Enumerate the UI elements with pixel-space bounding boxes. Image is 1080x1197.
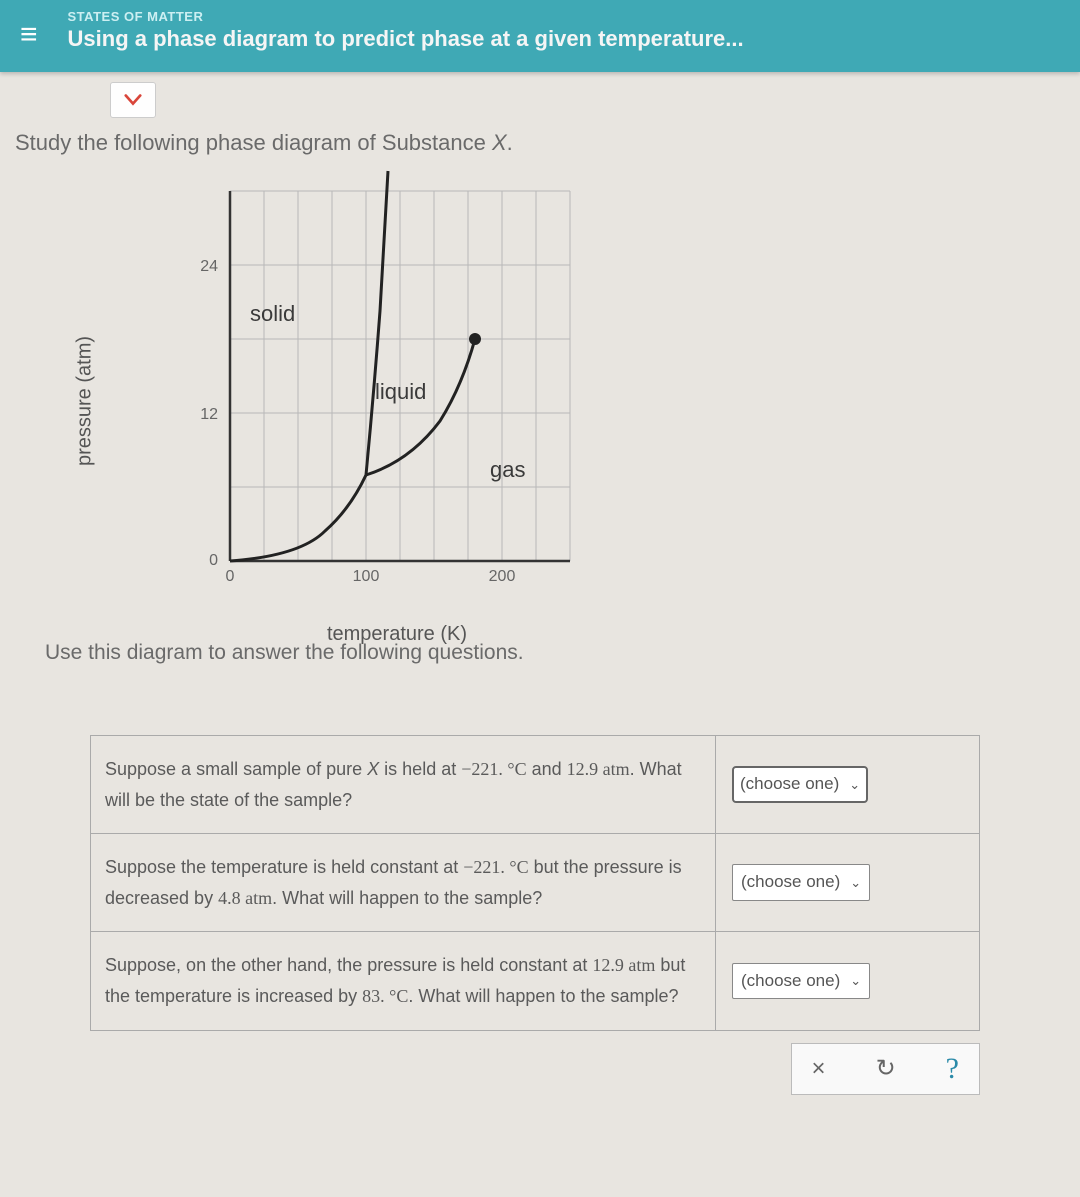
page-title: Using a phase diagram to predict phase a… [68, 26, 744, 52]
q2-val1: −221. °C [463, 857, 528, 877]
instr1a: Study the following phase diagram of Sub… [15, 130, 492, 155]
a3-label: (choose one) [741, 967, 840, 996]
header-text: STATES OF MATTER Using a phase diagram t… [68, 9, 744, 52]
table-row: Suppose a small sample of pure X is held… [91, 736, 980, 834]
fusion-curve [366, 171, 388, 475]
hint-dropdown-button[interactable] [110, 82, 156, 118]
instr1b: X [492, 130, 507, 155]
content-area: Study the following phase diagram of Sub… [0, 82, 1080, 1095]
xtick-100: 100 [353, 568, 380, 585]
q1-val2: 12.9 atm [567, 759, 630, 779]
reset-button[interactable]: ↻ [866, 1052, 906, 1085]
action-box: × ↻ ? [791, 1043, 980, 1095]
chart-svg: 24 12 0 0 100 200 [150, 161, 590, 601]
q1-var: X [367, 759, 379, 779]
chevron-down-icon: ⌄ [849, 774, 860, 796]
answer-2-cell: (choose one) ⌄ [716, 834, 980, 932]
q3-val1: 12.9 atm [592, 955, 655, 975]
a2-label: (choose one) [741, 868, 840, 897]
ytick-12: 12 [200, 406, 218, 423]
chevron-down-icon: ⌄ [850, 872, 861, 894]
xtick-200: 200 [489, 568, 516, 585]
q3-pre: Suppose, on the other hand, the pressure… [105, 955, 592, 975]
q3-val2: 83. °C [362, 986, 408, 1006]
answer-1-cell: (choose one) ⌄ [716, 736, 980, 834]
question-table: Suppose a small sample of pure X is held… [90, 735, 980, 1031]
ytick-24: 24 [200, 258, 218, 275]
instr1c: . [507, 130, 513, 155]
q1-val1: −221. °C [461, 759, 526, 779]
category-label: STATES OF MATTER [68, 9, 744, 24]
q1-pre: Suppose a small sample of pure [105, 759, 367, 779]
chevron-down-icon [124, 93, 142, 107]
question-3: Suppose, on the other hand, the pressure… [91, 932, 716, 1030]
x-axis-label: temperature (K) [327, 623, 467, 646]
question-2: Suppose the temperature is held constant… [91, 834, 716, 932]
answer-3-select[interactable]: (choose one) ⌄ [732, 963, 870, 1000]
instruction-2: Use this diagram to answer the following… [45, 641, 1070, 665]
q2-val2: 4.8 atm [218, 888, 272, 908]
help-button[interactable]: ? [936, 1050, 969, 1088]
chevron-down-icon: ⌄ [850, 970, 861, 992]
xtick-0: 0 [226, 568, 235, 585]
table-row: Suppose the temperature is held constant… [91, 834, 980, 932]
q1-mid: is held at [379, 759, 461, 779]
instruction-1: Study the following phase diagram of Sub… [15, 130, 1070, 156]
bottom-toolbar: × ↻ ? [90, 1043, 980, 1095]
q3-post: . What will happen to the sample? [408, 986, 678, 1006]
page-header: ≡ STATES OF MATTER Using a phase diagram… [0, 0, 1080, 72]
region-solid-label: solid [250, 301, 295, 327]
q2-pre: Suppose the temperature is held constant… [105, 857, 463, 877]
table-row: Suppose, on the other hand, the pressure… [91, 932, 980, 1030]
ytick-0: 0 [209, 552, 218, 569]
region-gas-label: gas [490, 457, 525, 483]
y-axis-label: pressure (atm) [74, 336, 97, 466]
phase-diagram-chart: pressure (atm) temperature (K) [100, 161, 640, 641]
clear-button[interactable]: × [802, 1053, 836, 1085]
answer-2-select[interactable]: (choose one) ⌄ [732, 864, 870, 901]
q1-mid2: and [527, 759, 567, 779]
answer-1-select[interactable]: (choose one) ⌄ [732, 766, 868, 803]
critical-point [469, 333, 481, 345]
menu-icon[interactable]: ≡ [20, 18, 38, 52]
region-liquid-label: liquid [375, 379, 426, 405]
q2-post: . What will happen to the sample? [272, 888, 542, 908]
answer-3-cell: (choose one) ⌄ [716, 932, 980, 1030]
a1-label: (choose one) [740, 770, 839, 799]
question-1: Suppose a small sample of pure X is held… [91, 736, 716, 834]
vaporization-curve [366, 339, 475, 475]
